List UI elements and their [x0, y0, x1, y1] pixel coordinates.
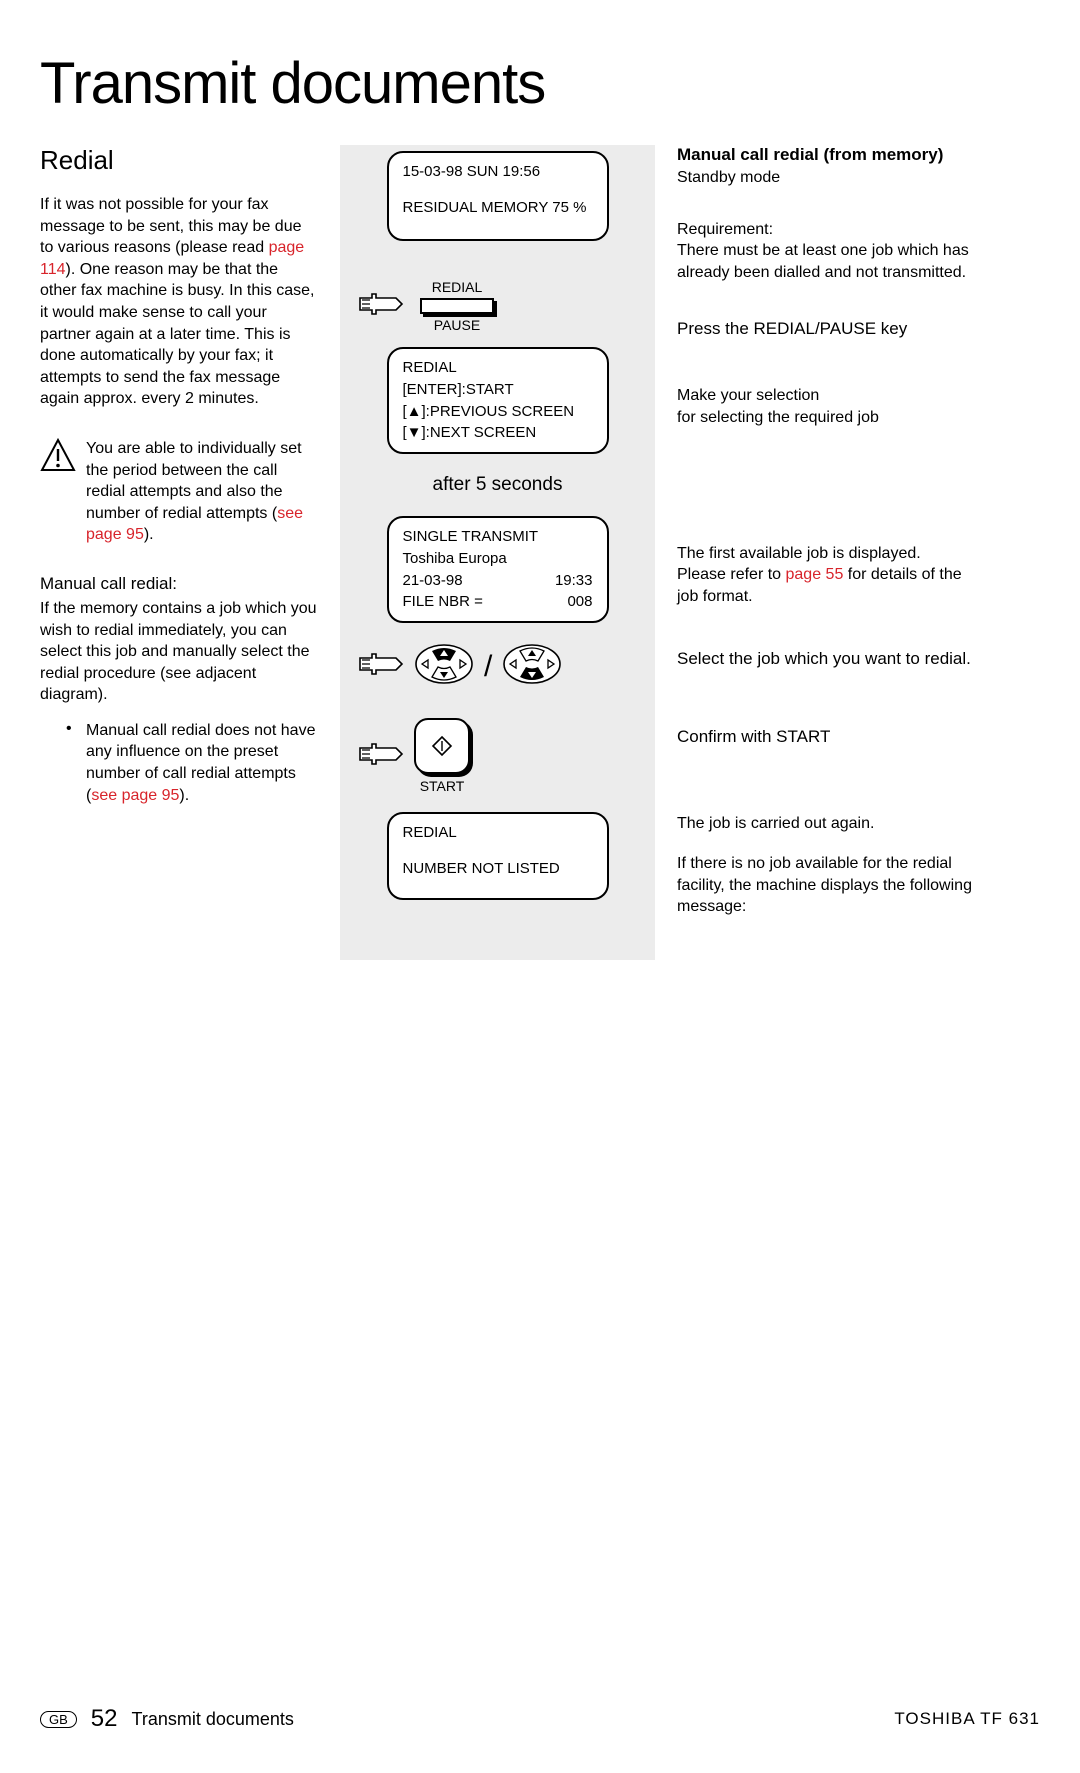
intro-text-b: ). One reason may be that the other fax …	[40, 261, 315, 408]
standby-mode-text: Standby mode	[677, 167, 975, 189]
job-text-2a: Please refer to	[677, 566, 786, 583]
lcd-line: [ENTER]:START	[403, 379, 593, 401]
lcd-line: [▲]:PREVIOUS SCREEN	[403, 401, 593, 423]
step-press-redial: Press the REDIAL/PAUSE key	[677, 319, 975, 339]
middle-column: 15-03-98 SUN 19:56 RESIDUAL MEMORY 75 % …	[340, 145, 655, 960]
lcd-not-listed: REDIAL NUMBER NOT LISTED	[387, 812, 609, 900]
bullet-dot: •	[66, 720, 76, 806]
lcd-line: 15-03-98 SUN 19:56	[403, 161, 593, 183]
intro-text-a: If it was not possible for your fax mess…	[40, 196, 301, 256]
lcd-file-label: FILE NBR =	[403, 591, 483, 613]
link-page-95-b[interactable]: see page 95	[91, 787, 179, 804]
key-label-redial: REDIAL	[432, 279, 483, 295]
lcd-standby: 15-03-98 SUN 19:56 RESIDUAL MEMORY 75 %	[387, 151, 609, 241]
no-job-message: If there is no job available for the red…	[677, 853, 975, 918]
chapter-name: Transmit documents	[132, 1709, 294, 1730]
step-confirm-start: Confirm with START	[677, 727, 975, 747]
job-carried-out: The job is carried out again.	[677, 813, 975, 835]
start-button[interactable]	[414, 718, 470, 774]
warning-icon	[40, 438, 76, 546]
requirement-label: Requirement:	[677, 221, 773, 238]
lcd-line: Toshiba Europa	[403, 548, 593, 570]
selection-block: Make your selection for selecting the re…	[677, 385, 975, 428]
warning-text-b: ).	[144, 526, 154, 543]
left-column: Redial If it was not possible for your f…	[40, 145, 340, 960]
slash-divider: /	[484, 650, 492, 684]
redial-pause-key: REDIAL PAUSE	[420, 279, 494, 333]
redial-pause-button[interactable]	[420, 298, 494, 314]
warning-text-a: You are able to individually set the per…	[86, 440, 302, 522]
section-heading-redial: Redial	[40, 145, 318, 176]
start-key-row: START	[358, 718, 637, 794]
lcd-line: REDIAL	[403, 357, 593, 379]
lcd-line: [▼]:NEXT SCREEN	[403, 422, 593, 444]
lcd-time: 19:33	[555, 570, 593, 592]
subheading-manual-redial: Manual call redial:	[40, 574, 318, 594]
page-title: Transmit documents	[40, 50, 1040, 117]
lcd-job-display: SINGLE TRANSMIT Toshiba Europa 21-03-98 …	[387, 516, 609, 623]
lcd-file-num: 008	[567, 591, 592, 613]
selection-line-2: for selecting the required job	[677, 409, 879, 426]
right-column: Manual call redial (from memory) Standby…	[655, 145, 975, 960]
content-columns: Redial If it was not possible for your f…	[40, 145, 1040, 960]
gb-badge: GB	[40, 1711, 77, 1728]
step-select-job: Select the job which you want to redial.	[677, 649, 975, 669]
manual-redial-paragraph: If the memory contains a job which you w…	[40, 598, 318, 706]
job-text-1: The first available job is displayed.	[677, 545, 921, 562]
lcd-line: RESIDUAL MEMORY 75 %	[403, 197, 593, 219]
bullet-item: • Manual call redial does not have any i…	[66, 720, 318, 806]
link-page-55[interactable]: page 55	[786, 566, 844, 583]
nav-keys-row: /	[358, 643, 637, 690]
pointing-hand-icon	[358, 648, 404, 685]
job-displayed-block: The first available job is displayed. Pl…	[677, 543, 975, 608]
page-footer: GB 52 Transmit documents TOSHIBA TF 631	[40, 1705, 1040, 1733]
lcd-line: REDIAL	[403, 822, 593, 844]
brand-model: TOSHIBA TF 631	[894, 1709, 1040, 1729]
right-heading: Manual call redial (from memory)	[677, 145, 975, 165]
key-label-pause: PAUSE	[434, 317, 480, 333]
lcd-date: 21-03-98	[403, 570, 463, 592]
pointing-hand-icon	[358, 738, 404, 775]
pointing-hand-icon	[358, 288, 404, 325]
after-5-seconds: after 5 seconds	[358, 474, 637, 496]
press-redial-row: REDIAL PAUSE	[358, 279, 637, 333]
lcd-redial-menu: REDIAL [ENTER]:START [▲]:PREVIOUS SCREEN…	[387, 347, 609, 454]
lcd-line: SINGLE TRANSMIT	[403, 526, 593, 548]
page-number: 52	[91, 1705, 118, 1733]
warning-block: You are able to individually set the per…	[40, 438, 318, 546]
start-label: START	[420, 778, 465, 794]
intro-paragraph: If it was not possible for your fax mess…	[40, 194, 318, 410]
nav-down-key[interactable]	[502, 643, 562, 690]
selection-line-1: Make your selection	[677, 387, 819, 404]
requirement-text: There must be at least one job which has…	[677, 242, 969, 281]
requirement-block: Requirement: There must be at least one …	[677, 219, 975, 284]
nav-up-key[interactable]	[414, 643, 474, 690]
bullet-text-b: ).	[179, 787, 189, 804]
lcd-line: NUMBER NOT LISTED	[403, 858, 593, 880]
